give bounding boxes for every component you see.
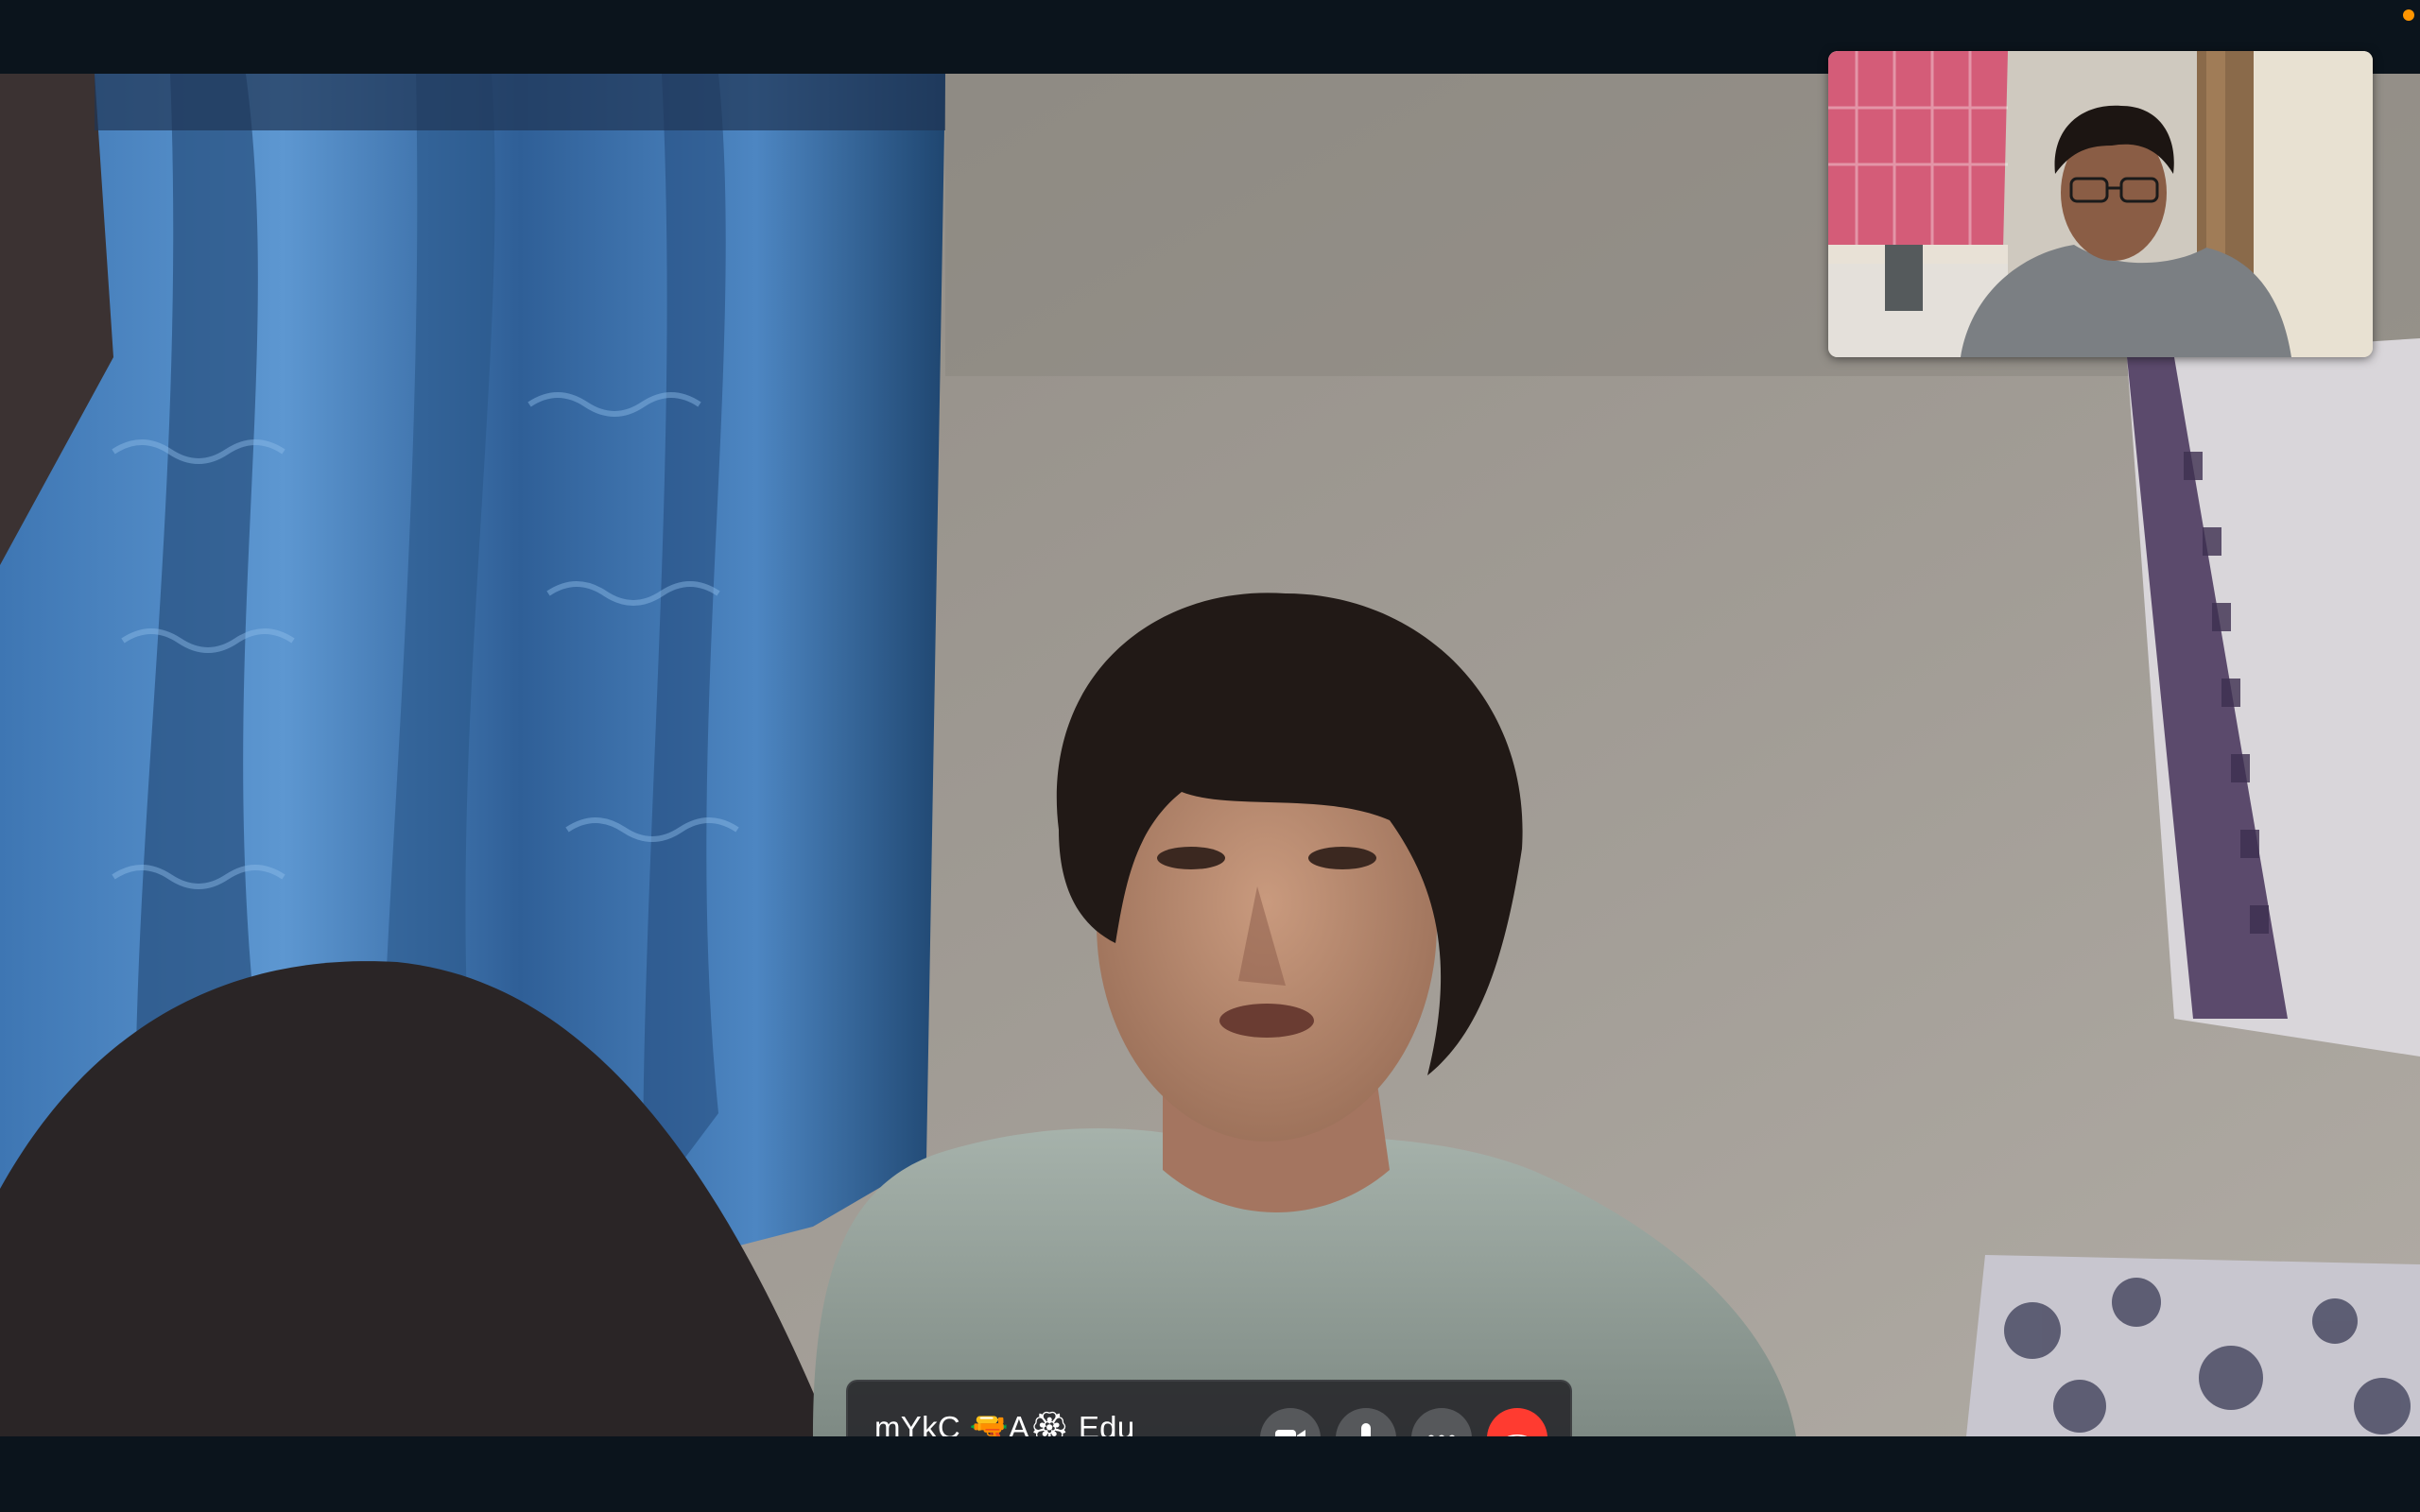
bottom-bar (0, 1436, 2420, 1512)
self-view-preview[interactable] (1828, 51, 2373, 357)
facetime-window: mYkC 🔫A🏵 Edu (0, 0, 2420, 1512)
recording-indicator-dot (2403, 9, 2414, 21)
